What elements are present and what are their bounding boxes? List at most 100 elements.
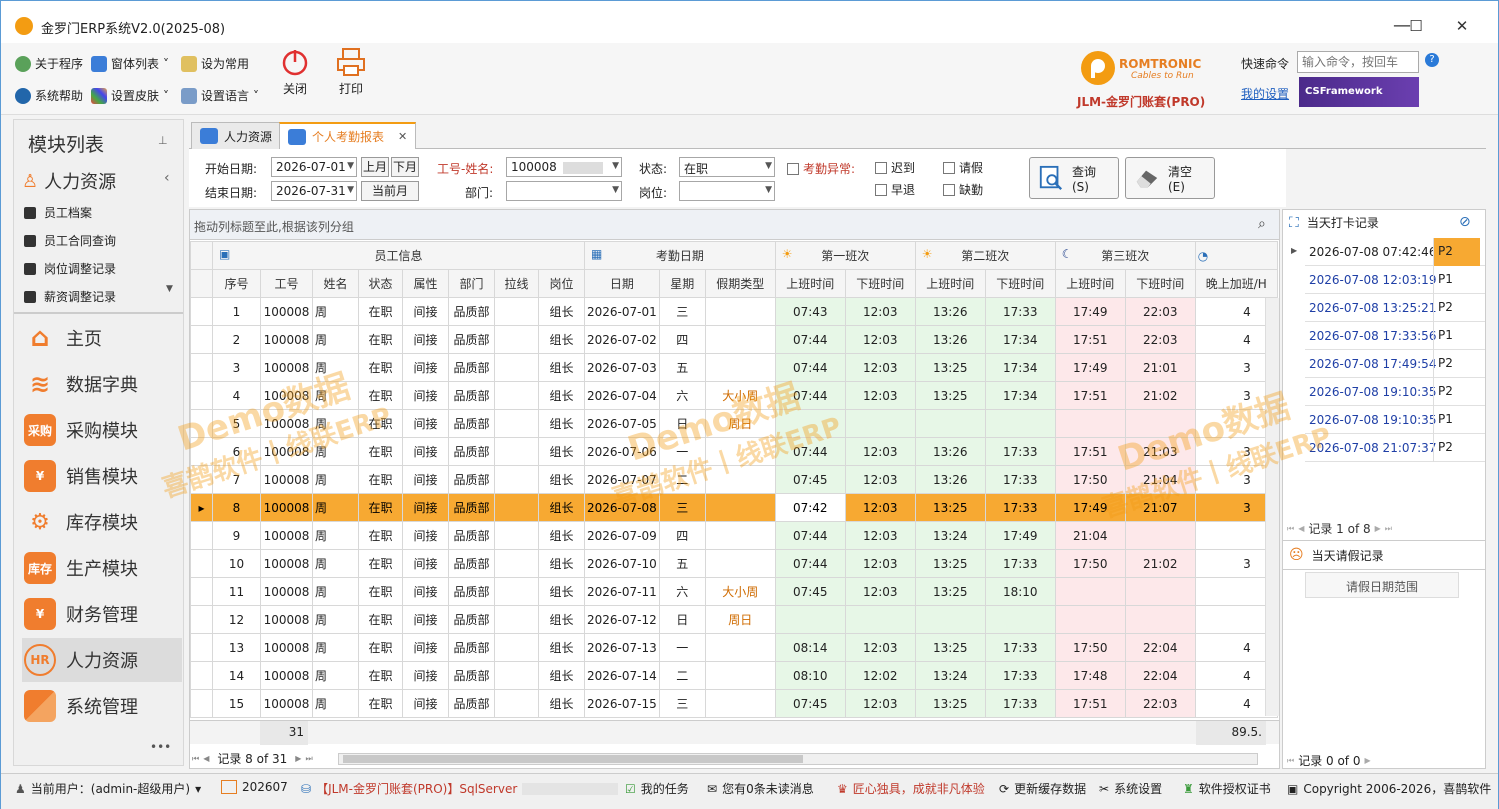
- punch-row[interactable]: 2026-07-08 19:10:35 P1: [1305, 406, 1485, 434]
- cell-b1[interactable]: 12:03: [844, 577, 916, 606]
- cell-a3[interactable]: 17:50: [1054, 633, 1126, 662]
- cell-name[interactable]: 周: [312, 297, 359, 326]
- cell-hol[interactable]: 周日: [704, 409, 776, 438]
- cell-id[interactable]: 100008: [260, 297, 313, 326]
- close-tab-icon[interactable]: ✕: [398, 130, 407, 143]
- cell-attr[interactable]: 间接: [402, 409, 449, 438]
- cell-a1[interactable]: 07:42: [774, 493, 846, 522]
- cell-b3[interactable]: 21:02: [1124, 549, 1196, 578]
- cell-b1[interactable]: 12:03: [844, 381, 916, 410]
- clear-button[interactable]: 清空(E): [1125, 157, 1215, 199]
- cell-a3[interactable]: 17:49: [1054, 493, 1126, 522]
- cell-id[interactable]: 100008: [260, 521, 313, 550]
- cell-b3[interactable]: 21:02: [1124, 381, 1196, 410]
- cell-wk[interactable]: 五: [658, 549, 706, 578]
- module-finance[interactable]: ¥ 财务管理: [22, 592, 182, 636]
- cell-n[interactable]: 13: [212, 633, 261, 662]
- cell-b2[interactable]: 17:34: [984, 325, 1056, 354]
- help-button[interactable]: 系统帮助: [15, 87, 83, 104]
- cell-n[interactable]: 15: [212, 689, 261, 718]
- cell-id[interactable]: 100008: [260, 689, 313, 718]
- cell-hol[interactable]: [704, 633, 776, 662]
- cell-status[interactable]: 在职: [358, 689, 403, 718]
- cell-b1[interactable]: 12:03: [844, 689, 916, 718]
- cell-wk[interactable]: 二: [658, 465, 706, 494]
- cell-a3[interactable]: 17:48: [1054, 661, 1126, 690]
- cell-a2[interactable]: 13:26: [914, 465, 986, 494]
- prev-month-button[interactable]: 上月: [361, 157, 389, 177]
- table-row[interactable]: 12 100008 周在职 间接 品质部 组长 2026-07-12 日周日: [190, 605, 1278, 634]
- module-hr[interactable]: HR 人力资源: [22, 638, 182, 682]
- cell-b2[interactable]: 17:33: [984, 437, 1056, 466]
- cell-a2[interactable]: 13:25: [914, 353, 986, 382]
- cell-n[interactable]: 11: [212, 577, 261, 606]
- cell-a2[interactable]: [914, 605, 986, 634]
- cell-date[interactable]: 2026-07-06: [584, 437, 660, 466]
- cell-dept[interactable]: 品质部: [448, 381, 495, 410]
- status-field[interactable]: 在职 ▼: [679, 157, 775, 177]
- punch-row[interactable]: 2026-07-08 13:25:21 P2: [1305, 294, 1485, 322]
- cell-dept[interactable]: 品质部: [448, 521, 495, 550]
- cell-a2[interactable]: 13:24: [914, 661, 986, 690]
- cell-b3[interactable]: 22:04: [1124, 661, 1196, 690]
- cell-line[interactable]: [494, 661, 539, 690]
- cell-attr[interactable]: 间接: [402, 689, 449, 718]
- cell-status[interactable]: 在职: [358, 521, 403, 550]
- cell-hol[interactable]: [704, 325, 776, 354]
- cell-line[interactable]: [494, 437, 539, 466]
- cell-wk[interactable]: 三: [658, 493, 706, 522]
- print-button[interactable]: 打印: [331, 47, 371, 97]
- row-indicator[interactable]: [190, 549, 213, 578]
- cell-n[interactable]: 5: [212, 409, 261, 438]
- cell-a1[interactable]: 07:44: [774, 381, 846, 410]
- current-month-button[interactable]: 当前月: [361, 181, 419, 201]
- cell-b2[interactable]: 17:33: [984, 493, 1056, 522]
- cell-a3[interactable]: [1054, 605, 1126, 634]
- row-indicator[interactable]: [190, 577, 213, 606]
- cell-a2[interactable]: 13:25: [914, 493, 986, 522]
- table-row[interactable]: 1 100008 周在职 间接 品质部 组长 2026-07-01 三 07:43 12:03 13…: [190, 297, 1278, 326]
- cell-hol[interactable]: [704, 689, 776, 718]
- language-button[interactable]: 设置语言 ˅: [181, 87, 259, 104]
- cell-line[interactable]: [494, 297, 539, 326]
- cell-b2[interactable]: [984, 409, 1056, 438]
- cell-line[interactable]: [494, 521, 539, 550]
- close-window-button[interactable]: ✕: [1447, 13, 1477, 39]
- cell-a1[interactable]: 07:45: [774, 577, 846, 606]
- cell-id[interactable]: 100008: [260, 549, 313, 578]
- column-header[interactable]: 姓名: [312, 269, 359, 298]
- cell-b3[interactable]: [1124, 409, 1196, 438]
- table-row[interactable]: 11 100008 周在职 间接 品质部 组长 2026-07-11 六大小周 07:45 12:…: [190, 577, 1278, 606]
- column-header[interactable]: 日期: [584, 269, 660, 298]
- cell-name[interactable]: 周: [312, 605, 359, 634]
- cell-n[interactable]: 14: [212, 661, 261, 690]
- cell-n[interactable]: 9: [212, 521, 261, 550]
- cell-dept[interactable]: 品质部: [448, 661, 495, 690]
- cell-name[interactable]: 周: [312, 689, 359, 718]
- cell-date[interactable]: 2026-07-09: [584, 521, 660, 550]
- cell-attr[interactable]: 间接: [402, 577, 449, 606]
- cell-n[interactable]: 1: [212, 297, 261, 326]
- cell-b3[interactable]: 22:03: [1124, 325, 1196, 354]
- cell-a2[interactable]: [914, 409, 986, 438]
- row-indicator[interactable]: [190, 325, 213, 354]
- cell-date[interactable]: 2026-07-12: [584, 605, 660, 634]
- cell-n[interactable]: 12: [212, 605, 261, 634]
- cell-id[interactable]: 100008: [260, 353, 313, 382]
- employee-field[interactable]: 100008 ▼: [506, 157, 622, 177]
- cell-a2[interactable]: 13:26: [914, 325, 986, 354]
- row-indicator[interactable]: [190, 661, 213, 690]
- cell-wk[interactable]: 三: [658, 689, 706, 718]
- cell-a2[interactable]: 13:26: [914, 437, 986, 466]
- cell-post[interactable]: 组长: [538, 577, 585, 606]
- column-header[interactable]: 晚上加班/H: [1194, 269, 1278, 298]
- cell-b1[interactable]: 12:03: [844, 437, 916, 466]
- cell-hol[interactable]: [704, 521, 776, 550]
- cell-b1[interactable]: 12:03: [844, 353, 916, 382]
- cell-b1[interactable]: 12:03: [844, 633, 916, 662]
- cell-date[interactable]: 2026-07-15: [584, 689, 660, 718]
- license[interactable]: ♜ 软件授权证书: [1183, 780, 1271, 797]
- cell-dept[interactable]: 品质部: [448, 689, 495, 718]
- table-row[interactable]: 10 100008 周在职 间接 品质部 组长 2026-07-10 五 07:44 12:03 1…: [190, 549, 1278, 578]
- cell-status[interactable]: 在职: [358, 633, 403, 662]
